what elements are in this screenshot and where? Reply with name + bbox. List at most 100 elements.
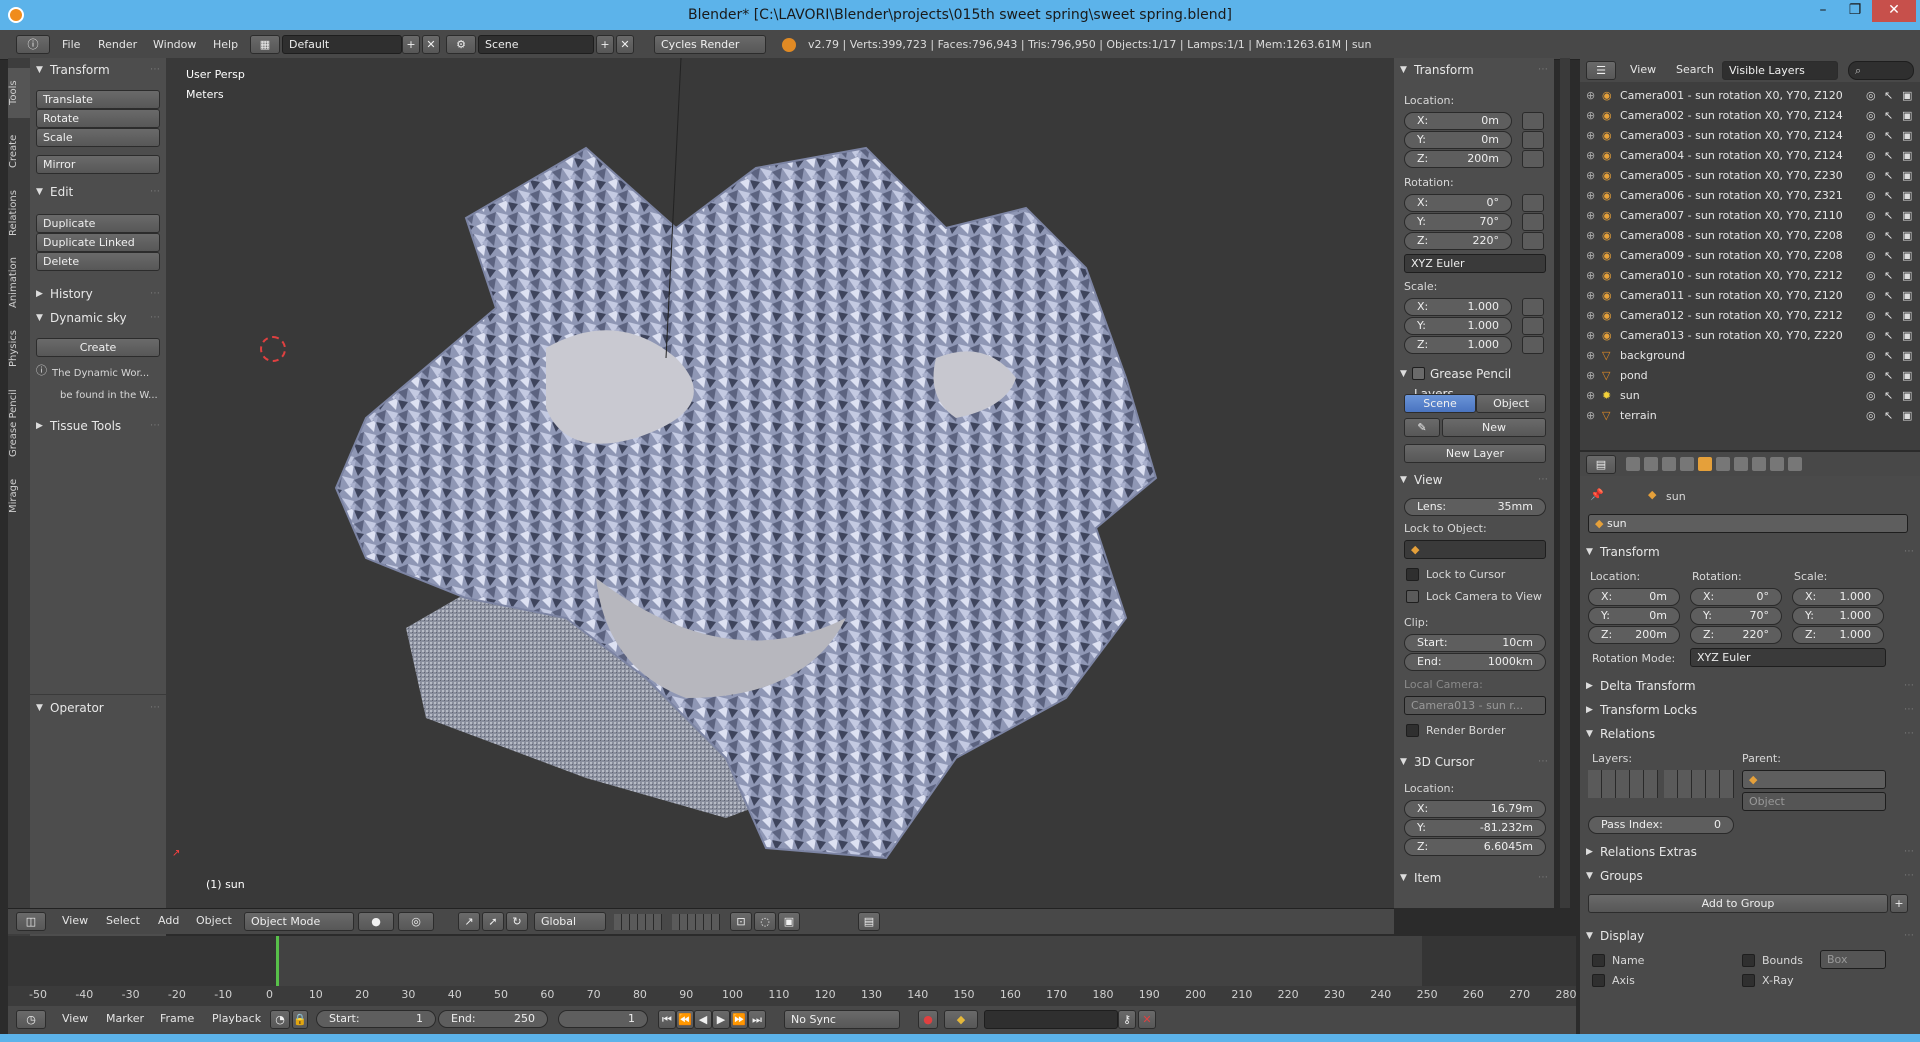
outliner-editor-icon[interactable]: ☰ <box>1586 61 1616 80</box>
lock-rotation-z-icon[interactable] <box>1522 232 1544 250</box>
mirror-button[interactable]: Mirror <box>36 155 160 174</box>
tab-create[interactable]: Create <box>8 126 30 176</box>
add-scene-icon[interactable]: + <box>596 35 614 54</box>
renderable-camera-icon[interactable]: ▣ <box>1902 86 1912 106</box>
renderable-camera-icon[interactable]: ▣ <box>1902 226 1912 246</box>
outliner-row[interactable]: ⊕ ◉ Camera011 - sun rotation X0, Y70, Z120… <box>1580 286 1920 306</box>
play-reverse-icon[interactable]: ◀ <box>694 1010 712 1029</box>
timeline-playback-menu[interactable]: Playback <box>212 1010 261 1028</box>
transform-panel-header[interactable]: ▼ Transform ⋯ <box>30 60 166 80</box>
lock-scale-x-icon[interactable] <box>1522 298 1544 316</box>
outliner-row[interactable]: ⊕ ◉ Camera009 - sun rotation X0, Y70, Z208… <box>1580 246 1920 266</box>
selectable-arrow-icon[interactable]: ↖ <box>1884 206 1893 226</box>
lock-location-y-icon[interactable] <box>1522 131 1544 149</box>
insert-keyframe-icon[interactable]: ⚷ <box>1118 1010 1136 1029</box>
bounds-type-select[interactable]: Box <box>1820 950 1886 969</box>
tab-animation[interactable]: Animation <box>8 250 30 316</box>
renderable-camera-icon[interactable]: ▣ <box>1902 386 1912 406</box>
auto-keying-icon[interactable]: ● <box>918 1010 938 1029</box>
lock-rotation-y-icon[interactable] <box>1522 213 1544 231</box>
props-scale-x[interactable]: X: 1.000 <box>1792 588 1884 606</box>
render-layers-tab-icon[interactable] <box>1644 457 1658 471</box>
layers-grid-a[interactable] <box>1588 770 1658 798</box>
display-header[interactable]: ▼ Display ⋯ <box>1580 926 1920 946</box>
expand-icon[interactable]: ⊕ <box>1586 166 1595 186</box>
timeline-marker-menu[interactable]: Marker <box>106 1010 144 1028</box>
screen-layout-field[interactable]: Default <box>282 35 402 54</box>
outliner-row[interactable]: ⊕ ◉ Camera005 - sun rotation X0, Y70, Z230… <box>1580 166 1920 186</box>
outliner-filter-select[interactable]: Visible Layers <box>1722 61 1838 80</box>
parent-field[interactable]: ◆ <box>1742 770 1886 789</box>
render-border-checkbox[interactable] <box>1406 724 1419 737</box>
np-scale-z[interactable]: Z: 1.000 <box>1404 336 1512 354</box>
props-scale-z[interactable]: Z: 1.000 <box>1792 626 1884 644</box>
np-rotation-z[interactable]: Z: 220° <box>1404 232 1512 250</box>
outliner-row[interactable]: ⊕ ◉ Camera003 - sun rotation X0, Y70, Z124… <box>1580 126 1920 146</box>
np-cursor-y[interactable]: Y: -81.232m <box>1404 819 1546 837</box>
lock-scale-z-icon[interactable] <box>1522 336 1544 354</box>
history-panel-header[interactable]: ▶ History ⋯ <box>30 284 166 304</box>
visibility-eye-icon[interactable]: ◎ <box>1866 126 1876 146</box>
expand-icon[interactable]: ⊕ <box>1586 226 1595 246</box>
outliner-search-input[interactable]: ⌕ <box>1848 61 1914 80</box>
groups-header[interactable]: ▼ Groups ⋯ <box>1580 866 1920 886</box>
outliner-row[interactable]: ⊕ ◉ Camera013 - sun rotation X0, Y70, Z220… <box>1580 326 1920 346</box>
timeline-view-menu[interactable]: View <box>62 1010 88 1028</box>
render-preview-icon[interactable]: ▣ <box>778 912 800 931</box>
lock-scale-y-icon[interactable] <box>1522 317 1544 335</box>
add-to-group-button[interactable]: Add to Group <box>1588 894 1888 913</box>
tab-physics[interactable]: Physics <box>8 322 30 376</box>
rotation-mode-select[interactable]: XYZ Euler <box>1690 648 1886 667</box>
layers-grid-b[interactable] <box>1664 770 1734 798</box>
expand-icon[interactable]: ⊕ <box>1586 346 1595 366</box>
outliner-row[interactable]: ⊕ ▽ background ◎ ↖ ▣ <box>1580 346 1920 366</box>
renderable-camera-icon[interactable]: ▣ <box>1902 246 1912 266</box>
np-scale-x[interactable]: X: 1.000 <box>1404 298 1512 316</box>
outliner-row[interactable]: ⊕ ◉ Camera001 - sun rotation X0, Y70, Z120… <box>1580 86 1920 106</box>
visibility-eye-icon[interactable]: ◎ <box>1866 146 1876 166</box>
particles-tab-icon[interactable] <box>1770 457 1784 471</box>
editor-type-icon[interactable]: ⓘ <box>16 35 50 54</box>
np-rotation-x[interactable]: X: 0° <box>1404 194 1512 212</box>
renderable-camera-icon[interactable]: ▣ <box>1902 166 1912 186</box>
transform-orientation-select[interactable]: Global <box>534 912 606 931</box>
visibility-eye-icon[interactable]: ◎ <box>1866 166 1876 186</box>
expand-icon[interactable]: ⊕ <box>1586 386 1595 406</box>
np-lock-object-field[interactable]: ◆ <box>1404 540 1546 559</box>
physics-tab-icon[interactable] <box>1788 457 1802 471</box>
3d-cursor-icon[interactable] <box>260 336 286 362</box>
renderable-camera-icon[interactable]: ▣ <box>1902 106 1912 126</box>
screen-layout-icon[interactable]: ▦ <box>250 35 280 54</box>
props-location-z[interactable]: Z: 200m <box>1588 626 1680 644</box>
texture-tab-icon[interactable] <box>1752 457 1766 471</box>
visibility-eye-icon[interactable]: ◎ <box>1866 286 1876 306</box>
expand-icon[interactable]: ⊕ <box>1586 266 1595 286</box>
proportional-edit-icon[interactable]: ◌ <box>754 912 776 931</box>
lock-range-icon[interactable]: 🔒 <box>292 1010 308 1029</box>
expand-icon[interactable]: ⊕ <box>1586 186 1595 206</box>
renderable-camera-icon[interactable]: ▣ <box>1902 146 1912 166</box>
outliner-row[interactable]: ⊕ ◉ Camera006 - sun rotation X0, Y70, Z321… <box>1580 186 1920 206</box>
gp-new-layer-button[interactable]: New Layer <box>1404 444 1546 463</box>
renderable-camera-icon[interactable]: ▣ <box>1902 186 1912 206</box>
outliner-row[interactable]: ⊕ ◉ Camera012 - sun rotation X0, Y70, Z212… <box>1580 306 1920 326</box>
selectable-arrow-icon[interactable]: ↖ <box>1884 166 1893 186</box>
dynamic-sky-panel-header[interactable]: ▼ Dynamic sky ⋯ <box>30 308 166 328</box>
np-location-y[interactable]: Y: 0m <box>1404 131 1512 149</box>
props-rotation-y[interactable]: Y: 70° <box>1690 607 1782 625</box>
visibility-eye-icon[interactable]: ◎ <box>1866 106 1876 126</box>
renderable-camera-icon[interactable]: ▣ <box>1902 346 1912 366</box>
create-sky-button[interactable]: Create <box>36 338 160 357</box>
visibility-eye-icon[interactable]: ◎ <box>1866 306 1876 326</box>
selectable-arrow-icon[interactable]: ↖ <box>1884 326 1893 346</box>
menu-help[interactable]: Help <box>213 36 238 54</box>
selectable-arrow-icon[interactable]: ↖ <box>1884 86 1893 106</box>
lock-camera-to-view-checkbox[interactable] <box>1406 590 1419 603</box>
lock-location-z-icon[interactable] <box>1522 150 1544 168</box>
world-tab-icon[interactable] <box>1680 457 1694 471</box>
visibility-eye-icon[interactable]: ◎ <box>1866 326 1876 346</box>
visibility-eye-icon[interactable]: ◎ <box>1866 226 1876 246</box>
props-transform-header[interactable]: ▼ Transform ⋯ <box>1580 542 1920 562</box>
np-view-header[interactable]: ▼ View ⋯ <box>1394 470 1554 490</box>
expand-icon[interactable]: ⊕ <box>1586 126 1595 146</box>
